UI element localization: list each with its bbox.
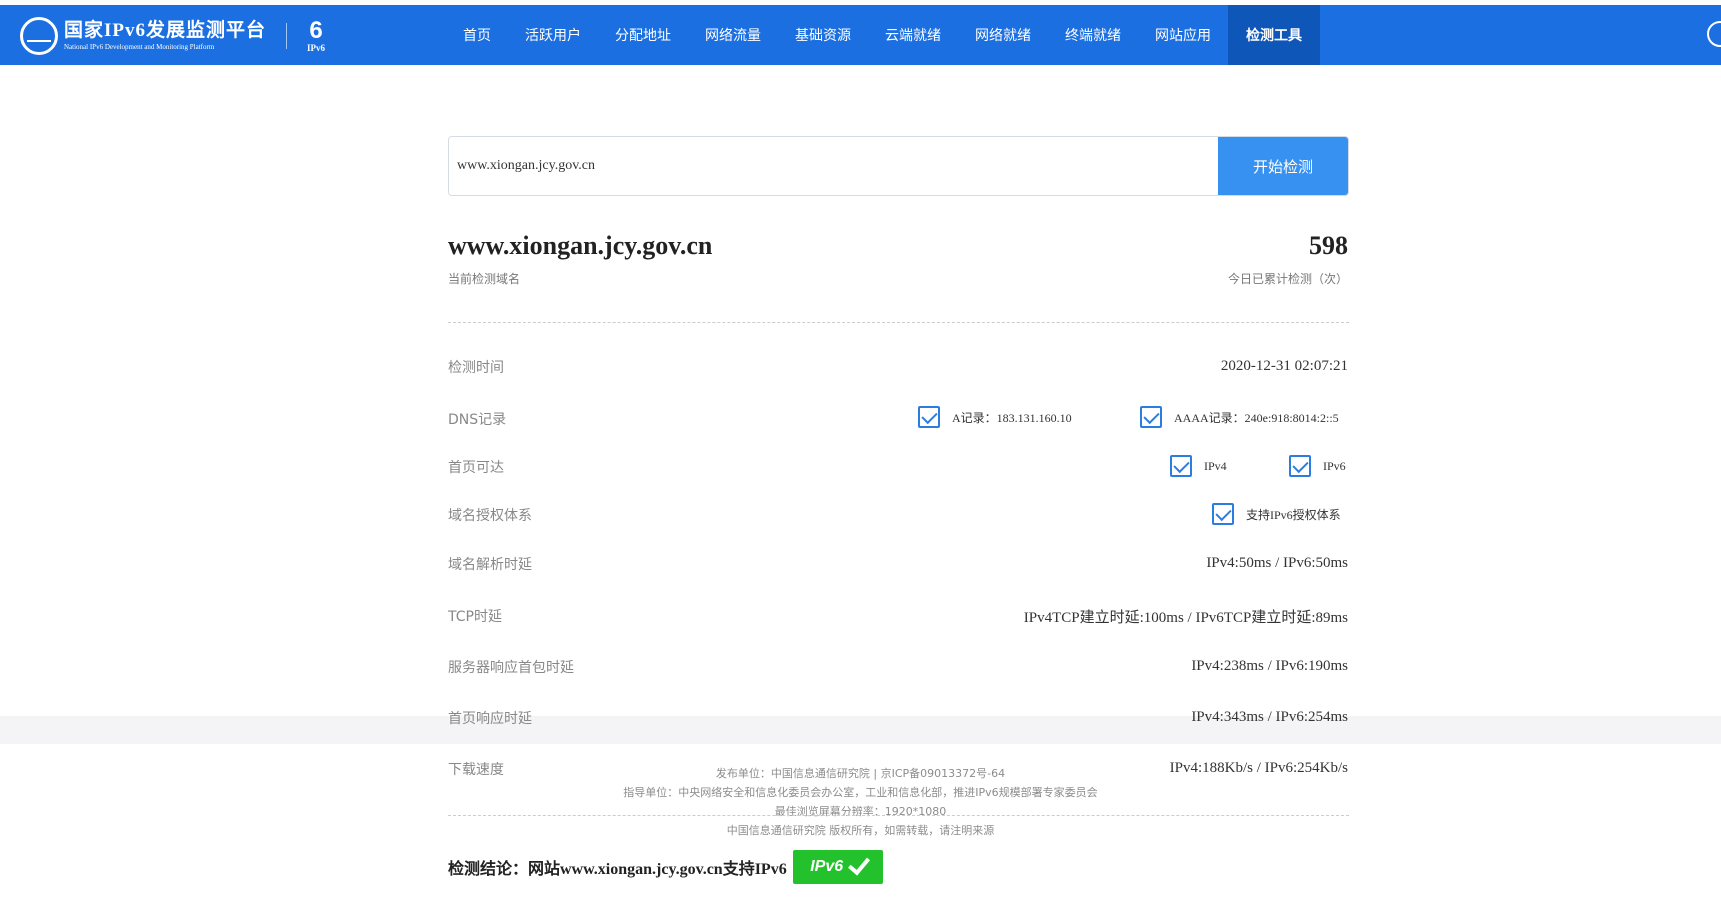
- nav-website-apps[interactable]: 网站应用: [1138, 5, 1228, 65]
- search-bar: 开始检测: [448, 136, 1349, 196]
- nav-address-allocation[interactable]: 分配地址: [598, 5, 688, 65]
- logo-title: 国家IPv6发展监测平台: [64, 20, 267, 41]
- tcp-delay-value: IPv4TCP建立时延:100ms / IPv6TCP建立时延:89ms: [1023, 610, 1348, 626]
- page-delay-label: 首页响应时延: [448, 711, 532, 727]
- homepage-reachable-label: 首页可达: [448, 460, 504, 476]
- aaaa-record-checkbox[interactable]: [1140, 406, 1162, 428]
- dns-delay-value: IPv4:50ms / IPv6:50ms: [1206, 555, 1348, 571]
- footer-publisher: 发布单位：中国信息通信研究院 | 京ICP备09013372号-64: [715, 767, 1006, 780]
- server-delay-label: 服务器响应首包时延: [448, 660, 574, 676]
- ipv6-auth-text: 支持IPv6授权体系: [1246, 507, 1341, 522]
- result-divider: [448, 815, 1349, 816]
- ipv6-logo-icon: 6 IPv6: [307, 17, 326, 54]
- nav-detection-tools[interactable]: 检测工具: [1228, 5, 1320, 65]
- nav-basic-resources[interactable]: 基础资源: [778, 5, 868, 65]
- today-check-count-caption: 今日已累计检测（次）: [1227, 272, 1348, 286]
- logo-subtitle: National IPv6 Development and Monitoring…: [64, 43, 215, 51]
- footer-copyright: 中国信息通信研究院 版权所有，如需转载，请注明来源: [726, 824, 995, 837]
- ipv4-reachable-text: IPv4: [1204, 458, 1227, 473]
- user-circle-icon[interactable]: [1707, 21, 1721, 47]
- a-record-checkbox[interactable]: [918, 406, 940, 428]
- domain-search-input[interactable]: [449, 137, 1218, 195]
- detection-time-value: 2020-12-31 02:07:21: [1220, 358, 1348, 374]
- footer-resolution: 最佳浏览屏幕分辨率：1920*1080: [774, 805, 947, 818]
- ipv6-reachable-checkbox[interactable]: [1289, 455, 1311, 477]
- checked-domain-title: www.xiongan.jcy.gov.cn: [448, 231, 713, 260]
- nav-cloud-ready[interactable]: 云端就绪: [868, 5, 958, 65]
- logo-divider: [286, 23, 288, 49]
- nav-terminal-ready[interactable]: 终端就绪: [1048, 5, 1138, 65]
- ipv6-reachable-check: IPv6: [1289, 455, 1346, 477]
- check-icon: [848, 852, 871, 876]
- tcp-delay-label: TCP时延: [448, 609, 502, 625]
- conclusion-text: 检测结论：网站www.xiongan.jcy.gov.cn支持IPv6: [448, 861, 787, 878]
- nav-network-traffic[interactable]: 网络流量: [688, 5, 778, 65]
- checked-domain-caption: 当前检测域名: [448, 272, 521, 286]
- ipv6-support-badge: IPv6: [792, 850, 883, 884]
- footer-guidance: 指导单位：中央网络安全和信息化委员会办公室，工业和信息化部，推进IPv6规模部署…: [623, 786, 1098, 799]
- logo-globe-icon: [20, 17, 58, 55]
- page-delay-value: IPv4:343ms / IPv6:254ms: [1191, 709, 1348, 725]
- ipv6-reachable-text: IPv6: [1323, 458, 1346, 473]
- top-nav-bar: 国家IPv6发展监测平台 National IPv6 Development a…: [0, 5, 1721, 65]
- dns-record-label: DNS记录: [448, 412, 507, 428]
- summary-divider: [448, 322, 1349, 323]
- nav-network-ready[interactable]: 网络就绪: [958, 5, 1048, 65]
- detection-conclusion: 检测结论：网站www.xiongan.jcy.gov.cn支持IPv6 IPv6: [448, 850, 883, 884]
- aaaa-record-text: AAAA记录：240e:918:8014:2::5: [1174, 410, 1339, 425]
- dns-delay-label: 域名解析时延: [448, 557, 532, 573]
- domain-auth-label: 域名授权体系: [448, 508, 532, 524]
- ipv6-auth-check: 支持IPv6授权体系: [1212, 503, 1341, 525]
- a-record-check: A记录：183.131.160.10: [918, 406, 1072, 428]
- start-detection-button[interactable]: 开始检测: [1218, 137, 1348, 195]
- nav-home[interactable]: 首页: [446, 5, 508, 65]
- a-record-text: A记录：183.131.160.10: [952, 410, 1072, 425]
- site-logo[interactable]: 国家IPv6发展监测平台 National IPv6 Development a…: [20, 15, 325, 57]
- server-delay-value: IPv4:238ms / IPv6:190ms: [1191, 658, 1348, 674]
- today-check-count: 598: [1309, 231, 1348, 260]
- main-nav: 首页 活跃用户 分配地址 网络流量 基础资源 云端就绪 网络就绪 终端就绪 网站…: [446, 5, 1320, 65]
- nav-active-users[interactable]: 活跃用户: [508, 5, 598, 65]
- ipv4-reachable-check: IPv4: [1170, 455, 1227, 477]
- aaaa-record-check: AAAA记录：240e:918:8014:2::5: [1140, 406, 1339, 428]
- ipv4-reachable-checkbox[interactable]: [1170, 455, 1192, 477]
- ipv6-auth-checkbox[interactable]: [1212, 503, 1234, 525]
- detection-time-label: 检测时间: [448, 360, 504, 376]
- footer-band: [0, 716, 1721, 744]
